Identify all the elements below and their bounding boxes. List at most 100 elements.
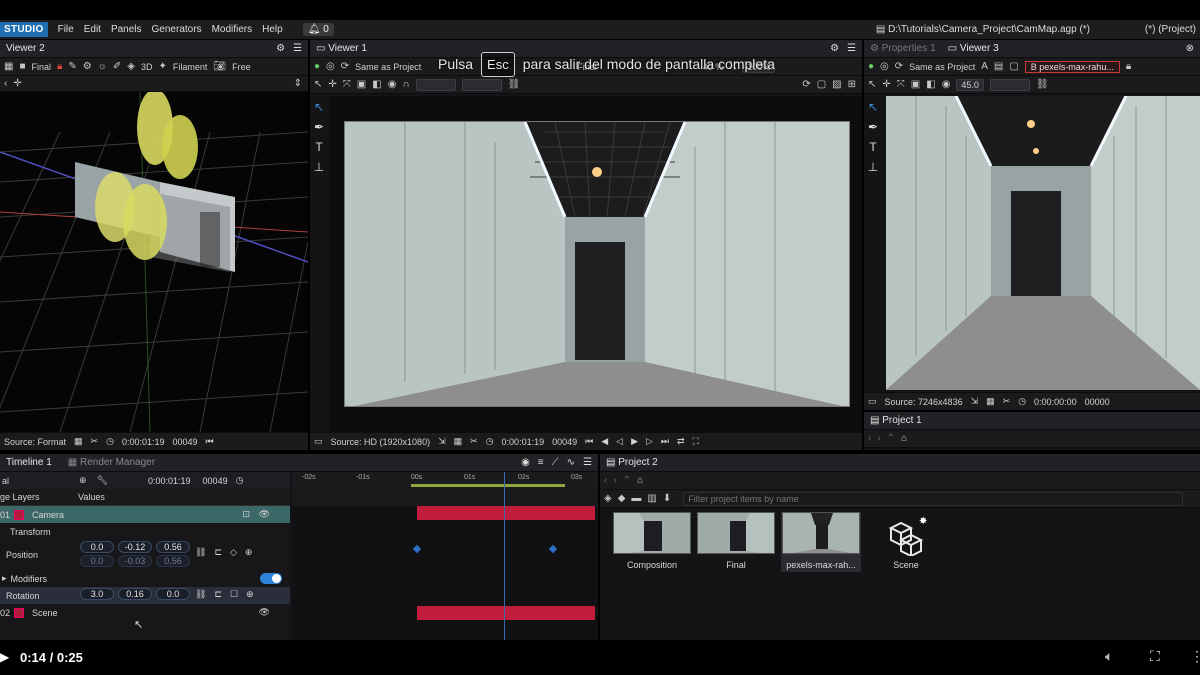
up-icon[interactable]: ⌃ <box>623 475 631 486</box>
transform-row[interactable]: Transform <box>0 523 290 540</box>
crop-icon[interactable]: ▣ <box>911 79 920 90</box>
arrow-left-icon[interactable]: ‹ <box>4 78 7 89</box>
text-a-icon[interactable]: A <box>981 61 988 72</box>
grid-toggle-icon[interactable]: ▦ <box>986 396 995 407</box>
rotation-z[interactable]: 0.0 <box>156 588 190 600</box>
select-arrow-icon[interactable]: ↖ <box>868 79 876 90</box>
back-icon[interactable]: ‹ <box>868 433 871 444</box>
viewer1-canvas[interactable] <box>330 96 862 432</box>
forward-icon[interactable]: › <box>613 475 616 486</box>
pen-tool-icon[interactable]: ✒ <box>314 120 324 134</box>
lock-icon[interactable]: 🔒︎ <box>57 61 62 72</box>
settings-gear-icon[interactable]: ⚙ <box>276 43 285 54</box>
safe-frame-icon[interactable]: ▢ <box>817 79 826 90</box>
home-icon[interactable]: ⌂ <box>637 475 643 486</box>
add-keyframe-icon[interactable]: ⊕ <box>246 589 254 600</box>
viewer3-offset-field[interactable] <box>989 78 1030 91</box>
notification-button[interactable]: 🔔︎ 0 <box>302 23 334 36</box>
mask-icon[interactable]: ◧ <box>372 79 381 90</box>
filament-icon[interactable]: ✦ <box>158 61 166 72</box>
tools-icon[interactable]: ✂ <box>1003 396 1011 407</box>
timeline-title[interactable]: Timeline 1 <box>6 457 52 468</box>
camera-layer-clip[interactable] <box>417 506 595 520</box>
cube-icon[interactable]: ◈ <box>127 61 135 72</box>
filament-label[interactable]: Filament <box>173 62 208 72</box>
more-icon[interactable]: ⋮ <box>1190 648 1200 665</box>
back-icon[interactable]: ‹ <box>604 475 607 486</box>
home-icon[interactable]: ⌂ <box>901 433 907 444</box>
tab-render-manager[interactable]: ▦ Render Manager <box>68 457 155 468</box>
camera-icon[interactable]: ⊡ <box>242 509 250 520</box>
tools-icon[interactable]: ✂ <box>91 436 99 447</box>
sun-icon[interactable]: ☼ <box>98 61 107 72</box>
menu-generators[interactable]: Generators <box>152 24 202 35</box>
pan-icon[interactable]: ⤧ <box>343 79 351 90</box>
square-icon[interactable]: ■ <box>19 61 25 72</box>
grid-icon[interactable]: ▦ <box>4 61 13 72</box>
menu-file[interactable]: File <box>58 24 74 35</box>
menu-modifiers[interactable]: Modifiers <box>212 24 253 35</box>
move-icon[interactable]: ✛ <box>882 79 890 90</box>
move-icon[interactable]: ✛ <box>328 79 336 90</box>
curve-icon[interactable]: ∿ <box>567 457 575 468</box>
expand-arrow-icon[interactable]: ▸ <box>2 573 7 584</box>
project-filter-input[interactable] <box>683 491 1184 506</box>
viewer1-offset-field[interactable] <box>461 78 502 91</box>
download-icon[interactable]: ⬇ <box>663 493 671 504</box>
viewer3-angle-field[interactable]: 45.0 <box>956 78 984 91</box>
pen-tool-icon[interactable]: ✒ <box>868 120 878 134</box>
visibility-eye-icon[interactable]: 👁︎ <box>259 607 270 618</box>
overlay-icon[interactable]: ▨ <box>832 79 841 90</box>
layer-row-camera[interactable]: 01 Camera ⊡ 👁︎ <box>0 506 290 523</box>
pointer-tool-icon[interactable]: ↖ <box>868 100 878 114</box>
tab-properties[interactable]: ⚙ Properties 1 <box>870 43 936 54</box>
link-icon[interactable]: ⛓ <box>508 79 521 90</box>
color-channels-icon[interactable]: ● <box>868 61 874 72</box>
position-z[interactable]: 0.56 <box>156 541 190 553</box>
work-area-bar[interactable] <box>411 484 565 487</box>
play-reverse-icon[interactable]: ◁ <box>616 436 623 447</box>
step-forward-icon[interactable]: ▷ <box>646 436 653 447</box>
play-icon[interactable]: ▶ <box>631 436 638 447</box>
text-tool-icon[interactable]: T <box>315 140 322 154</box>
close-icon[interactable]: ⊗ <box>1186 43 1194 54</box>
link-icon[interactable]: ⛓ <box>1036 79 1049 90</box>
text-tool-icon[interactable]: T <box>869 140 876 154</box>
grid-toggle-icon[interactable]: ▦ <box>74 436 83 447</box>
skip-back-icon[interactable]: ⏮ <box>206 436 214 447</box>
eye-icon[interactable]: ◉ <box>521 457 530 468</box>
position-z-secondary[interactable]: 0.56 <box>156 555 190 567</box>
volume-icon[interactable]: 🔈︎ <box>1105 648 1113 665</box>
fullscreen-icon[interactable]: ⛶ <box>693 436 699 447</box>
export-icon[interactable]: ⇲ <box>971 396 979 407</box>
lock-icon[interactable]: 🔒︎ <box>1126 61 1131 72</box>
position-x-secondary[interactable]: 0.0 <box>80 555 114 567</box>
add-layer-icon[interactable]: ⊕ <box>79 475 87 486</box>
keyframe-mode-icon[interactable]: ⊏ <box>214 589 222 600</box>
color-channels-icon[interactable]: ● <box>314 61 320 72</box>
sync-icon[interactable]: ⟳ <box>895 61 903 72</box>
settings-gear-icon[interactable]: ⚙ <box>830 43 839 54</box>
menu-hamburger-icon[interactable]: ☰ <box>293 43 302 54</box>
project-item-image[interactable]: pexels-max-rah... <box>781 512 861 572</box>
guides-icon[interactable]: ⊞ <box>848 79 856 90</box>
link-icon[interactable]: ⛓ <box>195 547 206 558</box>
magnet-icon[interactable]: ∩ <box>402 79 409 90</box>
trash-icon[interactable]: ▥ <box>647 493 656 504</box>
loop-icon[interactable]: ⇄ <box>677 436 685 447</box>
select-arrow-icon[interactable]: ↖ <box>314 79 322 90</box>
modifiers-row[interactable]: ▸ Modifiers <box>0 570 290 587</box>
keyframe-mode-icon[interactable]: ⊏ <box>214 547 222 558</box>
playhead[interactable] <box>504 472 505 640</box>
scene-layer-clip[interactable] <box>417 606 595 620</box>
wrench-icon[interactable]: 🔧︎ <box>97 475 108 486</box>
align-icon[interactable]: ≡ <box>538 457 544 468</box>
target-icon[interactable]: ◎ <box>326 61 335 72</box>
rotation-x[interactable]: 3.0 <box>80 588 114 600</box>
frame-icon[interactable]: ▢ <box>1009 61 1018 72</box>
menu-hamburger-icon[interactable]: ☰ <box>847 43 856 54</box>
crop-icon[interactable]: ▣ <box>357 79 366 90</box>
rotation-row[interactable]: Rotation 3.0 0.16 0.0 ⛓ ⊏ ☐ ⊕ <box>0 587 290 604</box>
grid-toggle-icon[interactable]: ▦ <box>454 436 463 447</box>
visibility-eye-icon[interactable]: 👁︎ <box>259 509 270 520</box>
